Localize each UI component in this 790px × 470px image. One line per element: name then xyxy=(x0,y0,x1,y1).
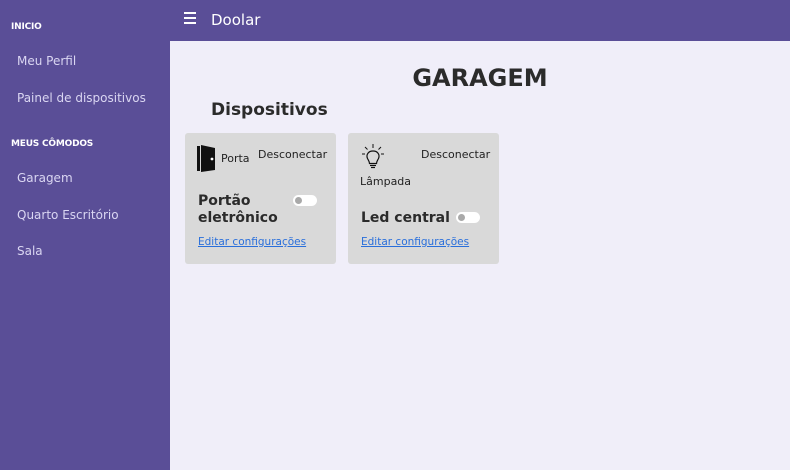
door-icon xyxy=(197,145,215,172)
device-card-porta: Porta Desconectar Portão eletrônico Edit… xyxy=(185,133,336,264)
device-type-label: Lâmpada xyxy=(360,175,412,188)
sidebar-item-sala[interactable]: Sala xyxy=(17,244,43,258)
sidebar-item-garagem[interactable]: Garagem xyxy=(17,171,73,185)
sidebar: INICIO Meu Perfil Painel de dispositivos… xyxy=(0,0,170,470)
device-name: Portão eletrônico xyxy=(198,193,278,226)
sidebar-item-quarto-escritorio[interactable]: Quarto Escritório xyxy=(17,208,119,222)
app-title: Doolar xyxy=(211,11,261,29)
device-toggle-switch[interactable] xyxy=(456,212,480,223)
page-title: GARAGEM xyxy=(412,64,548,92)
edit-settings-link[interactable]: Editar configurações xyxy=(198,236,306,248)
section-title: Dispositivos xyxy=(211,100,328,120)
top-bar: Doolar xyxy=(170,0,790,41)
device-type-label: Porta xyxy=(221,152,250,165)
sidebar-item-meu-perfil[interactable]: Meu Perfil xyxy=(17,54,76,68)
disconnect-button[interactable]: Desconectar xyxy=(258,148,327,161)
lightbulb-icon xyxy=(362,144,384,169)
sidebar-section-comodos: MEUS CÔMODOS xyxy=(11,139,94,149)
device-card-lampada: Lâmpada Desconectar Led central Editar c… xyxy=(348,133,499,264)
sidebar-item-painel-dispositivos[interactable]: Painel de dispositivos xyxy=(17,91,146,105)
sidebar-section-inicio: INICIO xyxy=(11,22,42,32)
disconnect-button[interactable]: Desconectar xyxy=(421,148,490,161)
device-name: Led central xyxy=(361,210,450,226)
hamburger-icon[interactable] xyxy=(184,12,196,24)
edit-settings-link[interactable]: Editar configurações xyxy=(361,236,469,248)
device-toggle-switch[interactable] xyxy=(293,195,317,206)
